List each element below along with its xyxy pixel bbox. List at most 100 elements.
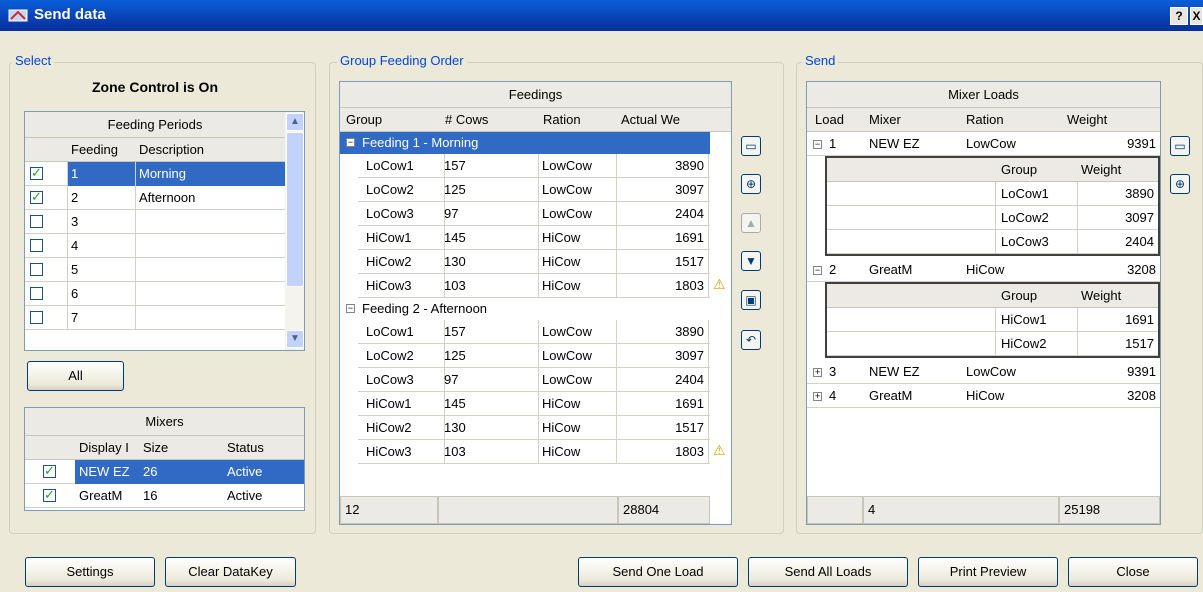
scroll-down-icon[interactable]: ▼ — [286, 330, 304, 348]
load-group-row[interactable]: LoCow1 3890 — [827, 182, 1158, 206]
col-divider — [708, 320, 709, 344]
load-row[interactable]: −1 NEW EZ LowCow 9391 — [807, 132, 1160, 156]
col-mixer[interactable]: Mixer — [865, 108, 905, 132]
feeding-checkbox[interactable] — [30, 263, 43, 276]
group-cell: LoCow1 — [366, 158, 414, 173]
weight-cell: 1517 — [675, 420, 704, 435]
sub-col-weight[interactable]: Weight — [1077, 284, 1125, 308]
sub-col-weight[interactable]: Weight — [1077, 158, 1125, 182]
col-weight[interactable]: Weight — [1063, 108, 1111, 132]
collapse-loads-icon[interactable]: ▭ — [1170, 136, 1190, 156]
col-display[interactable]: Display I — [75, 436, 143, 460]
feeding-row[interactable]: HiCow2 130 HiCow 1517 — [358, 250, 710, 274]
feeding-description — [135, 282, 285, 306]
feeding-checkbox[interactable] — [30, 165, 43, 181]
expand-icon[interactable]: + — [813, 392, 822, 401]
send-all-loads-button[interactable]: Send All Loads — [748, 557, 908, 587]
col-ration[interactable]: Ration — [962, 108, 1008, 132]
col-actual-weight[interactable]: Actual We — [617, 108, 684, 132]
feeding-checkbox[interactable] — [30, 189, 43, 205]
col-ration[interactable]: Ration — [539, 108, 585, 132]
feeding-number: 5 — [71, 262, 79, 277]
load-row[interactable]: −2 GreatM HiCow 3208 — [807, 258, 1160, 282]
col-group[interactable]: Group — [342, 108, 386, 132]
scroll-up-icon[interactable]: ▲ — [286, 113, 304, 131]
mixers-grid: Mixers Display I Size Status NEW EZ26Act… — [24, 407, 305, 511]
feeding-row[interactable]: HiCow1 145 HiCow 1691 — [358, 392, 710, 416]
feeding-checkbox[interactable] — [30, 311, 43, 324]
feeding-period-row[interactable]: 6 — [25, 282, 285, 306]
collapse-icon[interactable]: − — [346, 138, 355, 147]
settings-button[interactable]: Settings — [25, 557, 155, 587]
feeding-period-row[interactable]: 3 — [25, 210, 285, 234]
col-cows[interactable]: # Cows — [441, 108, 492, 132]
feeding-period-row[interactable]: 4 — [25, 234, 285, 258]
move-down-icon[interactable]: ▼ — [741, 251, 761, 271]
scroll-thumb[interactable] — [286, 132, 304, 287]
load-row[interactable]: +4 GreatM HiCow 3208 — [807, 384, 1160, 408]
load-group-row[interactable]: HiCow1 1691 — [827, 308, 1158, 332]
col-status[interactable]: Status — [223, 436, 268, 460]
all-button[interactable]: All — [27, 361, 124, 391]
feeding-row[interactable]: HiCow3 103 HiCow 1803 ⚠ — [358, 274, 726, 298]
expand-loads-icon[interactable]: ⊕ — [1170, 174, 1190, 194]
send-one-load-button[interactable]: Send One Load — [578, 557, 738, 587]
mixer-checkbox[interactable] — [43, 463, 56, 479]
feeding-row[interactable]: LoCow2 125 LowCow 3097 — [358, 178, 710, 202]
collapse-icon[interactable]: − — [813, 266, 822, 275]
sub-col-group[interactable]: Group — [997, 158, 1041, 182]
sub-col-group[interactable]: Group — [997, 284, 1041, 308]
load-group-row[interactable]: LoCow3 2404 — [827, 230, 1158, 254]
help-button[interactable]: ? — [1170, 7, 1188, 25]
group-cell: LoCow3 — [366, 372, 414, 387]
feeding-periods-scrollbar[interactable]: ▲ ▼ — [285, 112, 304, 350]
feeding-row[interactable]: LoCow1 157 LowCow 3890 — [358, 320, 710, 344]
move-up-icon[interactable]: ▲ — [741, 213, 761, 233]
collapse-all-icon[interactable]: ▭ — [741, 136, 761, 156]
feeding-row[interactable]: HiCow2 130 HiCow 1517 — [358, 416, 710, 440]
col-feeding[interactable]: Feeding — [67, 138, 122, 162]
load-group-row[interactable]: LoCow2 3097 — [827, 206, 1158, 230]
feeding-row[interactable]: LoCow3 97 LowCow 2404 — [358, 368, 710, 392]
cows-cell: 157 — [444, 324, 466, 339]
col-divider — [708, 250, 709, 274]
collapse-icon[interactable]: − — [813, 140, 822, 149]
feeding-checkbox[interactable] — [30, 215, 43, 228]
feeding-period-row[interactable]: 1Morning — [25, 162, 285, 186]
close-button[interactable]: Close — [1068, 557, 1198, 587]
feeding-row[interactable]: LoCow1 157 LowCow 3890 — [358, 154, 710, 178]
feeding-checkbox[interactable] — [30, 239, 43, 252]
collapse-icon[interactable]: − — [346, 304, 355, 313]
expand-all-icon[interactable]: ⊕ — [741, 174, 761, 194]
undo-icon[interactable]: ↶ — [741, 330, 761, 350]
feeding-row[interactable]: LoCow2 125 LowCow 3097 — [358, 344, 710, 368]
feeding-period-row[interactable]: 5 — [25, 258, 285, 282]
expand-icon[interactable]: + — [813, 368, 822, 377]
feedings-title: Feedings — [340, 82, 731, 108]
feeding-period-row[interactable]: 2 Afternoon — [25, 186, 285, 210]
feeding-checkbox[interactable] — [30, 287, 43, 300]
feedings-footer-count: 12 — [340, 496, 438, 524]
feeding-group-header[interactable]: Feeding 1 - Morning — [340, 132, 710, 154]
cows-cell: 97 — [444, 206, 459, 221]
ration-cell: LowCow — [542, 206, 592, 221]
col-description[interactable]: Description — [135, 138, 208, 162]
col-size[interactable]: Size — [139, 436, 172, 460]
mixer-checkbox[interactable] — [43, 487, 56, 503]
clear-datakey-button[interactable]: Clear DataKey — [165, 557, 296, 587]
feeding-group-header[interactable]: Feeding 2 - Afternoon — [340, 298, 710, 320]
save-icon[interactable]: ▣ — [741, 290, 761, 310]
print-preview-button[interactable]: Print Preview — [918, 557, 1058, 587]
load-row[interactable]: +3 NEW EZ LowCow 9391 — [807, 360, 1160, 384]
feeding-period-row[interactable]: 7 — [25, 306, 285, 330]
feeding-row[interactable]: HiCow3 103 HiCow 1803 ⚠ — [358, 440, 726, 464]
feeding-row[interactable]: LoCow3 97 LowCow 2404 — [358, 202, 710, 226]
close-window-button[interactable]: X — [1190, 7, 1203, 25]
col-load[interactable]: Load — [811, 108, 848, 132]
weight-cell: 3097 — [675, 348, 704, 363]
feeding-row[interactable]: HiCow1 145 HiCow 1691 — [358, 226, 710, 250]
mixer-row[interactable]: NEW EZ26Active — [25, 460, 304, 484]
mixer-row[interactable]: GreatM 16 Active — [25, 484, 304, 508]
col-divider — [1077, 182, 1078, 206]
load-group-row[interactable]: HiCow2 1517 — [827, 332, 1158, 356]
